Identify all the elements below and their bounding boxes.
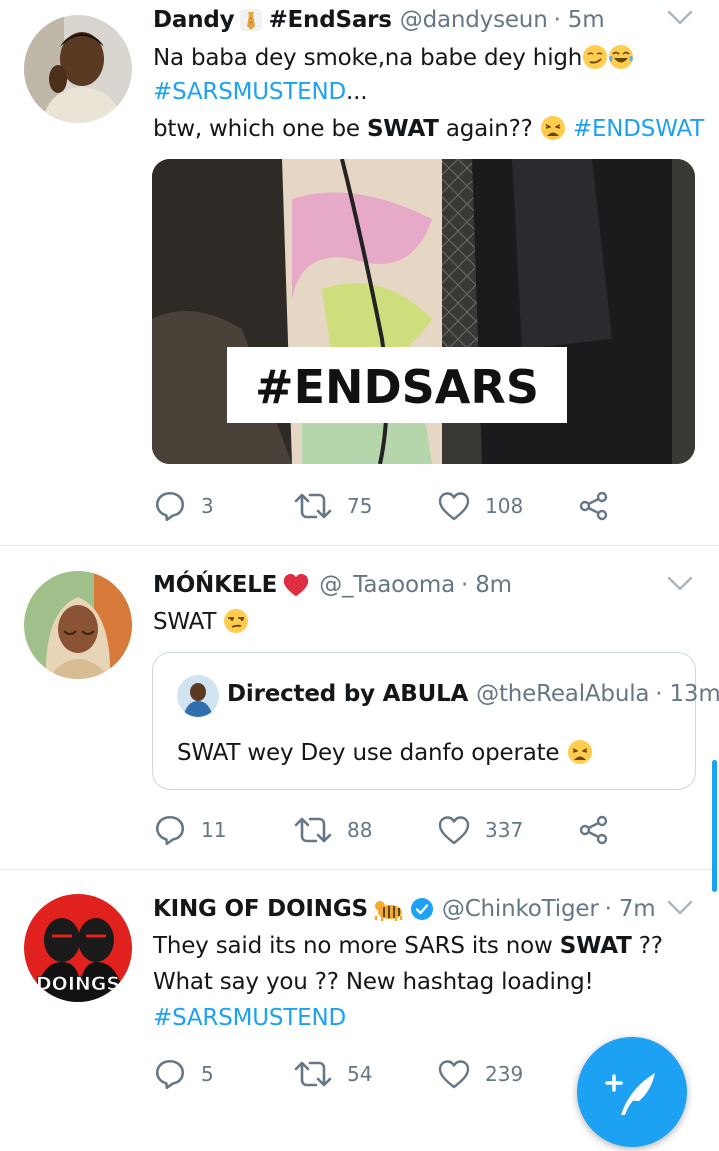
display-name[interactable]: Dandy xyxy=(153,7,235,33)
quoted-tweet[interactable]: Directed by ABULA @theRealAbula · 13m SW… xyxy=(152,652,719,790)
avatar[interactable]: DOINGS xyxy=(24,894,132,1002)
retweet-button[interactable]: 54 xyxy=(293,1054,372,1094)
quoted-display-name: Directed by ABULA xyxy=(227,681,469,707)
reply-icon xyxy=(153,813,187,847)
weary-face-emoji-icon xyxy=(567,739,593,765)
reply-count: 5 xyxy=(201,1062,214,1086)
ellipsis-text: ... xyxy=(346,79,368,105)
reply-button[interactable]: 11 xyxy=(153,810,226,850)
tweet-header: MÓŃKELE @_Taaooma · 8m xyxy=(153,567,512,603)
retweet-button[interactable]: 75 xyxy=(293,486,372,526)
retweet-button[interactable]: 88 xyxy=(293,810,372,850)
tweet-text: What say you ?? New hashtag loading! xyxy=(153,969,594,995)
retweet-icon xyxy=(293,814,333,846)
tweet-text-line-1: SWAT xyxy=(153,604,249,641)
compose-tweet-button[interactable] xyxy=(577,1037,687,1147)
timestamp[interactable]: · 7m xyxy=(605,896,656,922)
avatar-logo-text: DOINGS xyxy=(36,973,120,995)
weary-face-emoji-icon xyxy=(540,115,566,141)
reply-button[interactable]: 5 xyxy=(153,1054,214,1094)
like-button[interactable]: 337 xyxy=(437,810,523,850)
like-button[interactable]: 239 xyxy=(437,1054,523,1094)
user-handle[interactable]: @dandyseun xyxy=(400,7,548,33)
timestamp[interactable]: · 5m xyxy=(554,7,605,33)
like-icon xyxy=(437,490,471,522)
chevron-down-icon[interactable] xyxy=(664,572,696,596)
retweet-icon xyxy=(293,1058,333,1090)
like-count: 239 xyxy=(485,1062,524,1086)
like-button[interactable]: 108 xyxy=(437,486,523,526)
necktie-emoji-icon xyxy=(238,7,264,33)
tweet-text-line-2: What say you ?? New hashtag loading! xyxy=(153,964,594,1001)
quoted-avatar xyxy=(177,675,219,717)
tweet-actions: 11 88 337 xyxy=(153,810,623,850)
like-count: 337 xyxy=(485,818,524,842)
reply-count: 3 xyxy=(201,494,214,518)
tweet-taaooma[interactable]: MÓŃKELE @_Taaooma · 8m SWAT Directed by … xyxy=(0,546,719,869)
retweet-count: 54 xyxy=(347,1062,373,1086)
user-handle[interactable]: @_Taaooma xyxy=(319,572,455,598)
quoted-user-handle: @theRealAbula xyxy=(476,681,650,707)
unamused-face-emoji-icon xyxy=(223,608,249,634)
compose-tweet-icon xyxy=(605,1073,655,1115)
quoted-tweet-header: Directed by ABULA @theRealAbula · 13m xyxy=(227,676,719,712)
tweet-text-line-3: #SARSMUSTEND xyxy=(153,1000,346,1037)
tweet-text: btw, which one be xyxy=(153,116,367,142)
bold-keyword: SWAT xyxy=(366,116,439,142)
face-with-tears-of-joy-emoji-icon xyxy=(608,44,634,70)
tweet-text: ?? xyxy=(631,933,663,959)
tweet-header: KING OF DOINGS @ChinkoTiger · 7m xyxy=(153,891,656,927)
smirking-face-emoji-icon xyxy=(582,44,608,70)
tweet-actions: 3 75 108 xyxy=(153,486,623,526)
tweet-text-line-3: btw, which one be SWAT again?? #ENDSWAT xyxy=(153,111,704,148)
scrollbar[interactable] xyxy=(712,760,717,892)
display-name[interactable]: KING OF DOINGS xyxy=(153,896,368,922)
media-caption-text: #ENDSARS xyxy=(255,360,539,414)
quoted-timestamp: · 13m xyxy=(655,681,719,707)
share-button[interactable] xyxy=(578,486,610,526)
share-icon xyxy=(578,814,610,846)
quoted-tweet-text: SWAT wey Dey use danfo operate xyxy=(177,735,593,772)
chevron-down-icon[interactable] xyxy=(664,896,696,920)
share-icon xyxy=(578,490,610,522)
tweet-text-line-2: #SARSMUSTEND... xyxy=(153,74,368,111)
avatar[interactable] xyxy=(24,571,132,679)
tweet-text: Na baba dey smoke,na babe dey high xyxy=(153,45,583,71)
reply-count: 11 xyxy=(201,818,227,842)
tweet-text: They said its no more SARS its now xyxy=(153,933,560,959)
tweet-header: Dandy #EndSars @dandyseun · 5m xyxy=(153,2,605,38)
reply-button[interactable]: 3 xyxy=(153,486,214,526)
tweet-text-line-1: Na baba dey smoke,na babe dey high xyxy=(153,40,634,77)
tweet-text-line-1: They said its no more SARS its now SWAT … xyxy=(153,928,663,965)
tweet-media-image[interactable]: #ENDSARS xyxy=(152,159,695,464)
like-count: 108 xyxy=(485,494,524,518)
reply-icon xyxy=(153,1057,187,1091)
hashtag-endswat[interactable]: #ENDSWAT xyxy=(573,116,704,142)
tweet-actions: 5 54 239 xyxy=(153,1054,623,1094)
share-button[interactable] xyxy=(578,810,610,850)
chevron-down-icon[interactable] xyxy=(664,6,696,30)
avatar[interactable] xyxy=(24,15,132,123)
reply-icon xyxy=(153,489,187,523)
quoted-text: SWAT wey Dey use danfo operate xyxy=(177,740,560,766)
hashtag-sarsmustend[interactable]: #SARSMUSTEND xyxy=(153,79,346,105)
like-icon xyxy=(437,814,471,846)
like-icon xyxy=(437,1058,471,1090)
retweet-icon xyxy=(293,490,333,522)
tweet-text: again?? xyxy=(438,116,540,142)
retweet-count: 75 xyxy=(347,494,373,518)
tiger-emoji-icon xyxy=(374,896,404,922)
user-handle[interactable]: @ChinkoTiger xyxy=(442,896,599,922)
tweet-dandyseun[interactable]: Dandy #EndSars @dandyseun · 5m Na baba d… xyxy=(0,0,719,545)
red-heart-icon xyxy=(281,572,311,598)
verified-badge-icon xyxy=(410,897,434,921)
tweet-text: SWAT xyxy=(153,609,217,635)
display-name-suffix: #EndSars xyxy=(268,7,392,33)
timestamp[interactable]: · 8m xyxy=(461,572,512,598)
display-name[interactable]: MÓŃKELE xyxy=(153,572,277,598)
bold-keyword: SWAT xyxy=(559,933,632,959)
hashtag-sarsmustend[interactable]: #SARSMUSTEND xyxy=(153,1005,346,1031)
retweet-count: 88 xyxy=(347,818,373,842)
